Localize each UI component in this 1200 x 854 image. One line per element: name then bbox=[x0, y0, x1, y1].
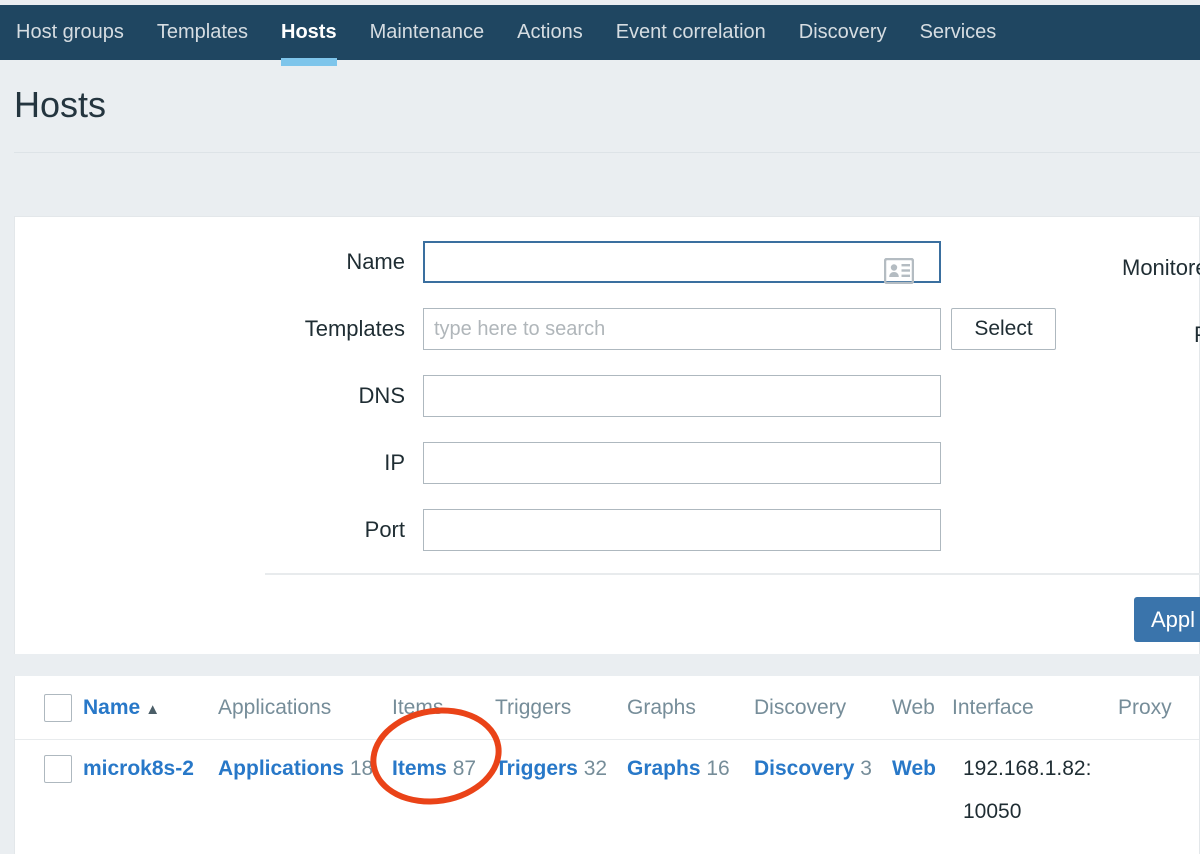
column-header-interface[interactable]: Interface bbox=[952, 696, 1034, 720]
column-header-name[interactable]: Name ▲ bbox=[83, 696, 160, 720]
graphs-count: 16 bbox=[706, 757, 730, 780]
nav-items-list: Host groups Templates Hosts Maintenance … bbox=[0, 5, 1029, 66]
hosts-table: Name ▲ Applications Items Triggers Graphs… bbox=[14, 676, 1200, 854]
table-row: microk8s-2 Applications 18 Items 87 Trig… bbox=[15, 740, 1199, 840]
filter-label-dns: DNS bbox=[358, 383, 405, 408]
nav-item-hosts[interactable]: Hosts bbox=[281, 5, 337, 66]
column-header-items[interactable]: Items bbox=[392, 696, 443, 720]
column-header-graphs[interactable]: Graphs bbox=[627, 696, 696, 720]
filter-label-proxy: P bbox=[1194, 322, 1200, 348]
sort-ascending-icon: ▲ bbox=[145, 701, 161, 718]
filter-input-ip[interactable] bbox=[423, 442, 941, 484]
applications-count: 18 bbox=[349, 757, 374, 780]
nav-item-maintenance[interactable]: Maintenance bbox=[370, 5, 485, 60]
nav-item-label: Hosts bbox=[281, 21, 337, 43]
page-title: Hosts bbox=[14, 84, 107, 125]
apply-button[interactable]: Appl bbox=[1134, 597, 1200, 642]
header-divider bbox=[14, 152, 1200, 153]
nav-item-label: Actions bbox=[517, 21, 583, 43]
nav-item-discovery[interactable]: Discovery bbox=[799, 5, 887, 60]
nav-item-label: Maintenance bbox=[369, 21, 485, 43]
column-header-discovery[interactable]: Discovery bbox=[754, 696, 846, 720]
column-header-label: Name bbox=[83, 696, 141, 719]
discovery-count: 3 bbox=[860, 757, 872, 780]
cell-applications: Applications 18 bbox=[218, 757, 373, 781]
templates-select-button[interactable]: Select bbox=[951, 308, 1056, 350]
filter-label-name: Name bbox=[346, 249, 405, 274]
triggers-count: 32 bbox=[583, 757, 608, 780]
filter-label-port: Port bbox=[364, 517, 405, 542]
filter-label-templates: Templates bbox=[304, 316, 405, 341]
filter-input-port[interactable] bbox=[423, 509, 941, 551]
nav-item-label: Host groups bbox=[16, 21, 124, 43]
cell-triggers: Triggers 32 bbox=[495, 757, 607, 781]
cell-interface-host: 192.168.1.82: bbox=[963, 757, 1092, 780]
nav-item-event-correlation[interactable]: Event correlation bbox=[616, 5, 766, 60]
column-header-applications[interactable]: Applications bbox=[218, 696, 331, 720]
cell-discovery: Discovery 3 bbox=[754, 757, 872, 781]
nav-item-services[interactable]: Services bbox=[920, 5, 997, 60]
table-header-row: Name ▲ Applications Items Triggers Graphs… bbox=[15, 676, 1199, 740]
nav-item-label: Services bbox=[919, 21, 997, 43]
nav-item-host-groups[interactable]: Host groups bbox=[16, 5, 124, 60]
top-navigation-bar: Host groups Templates Hosts Maintenance … bbox=[0, 5, 1200, 66]
column-header-proxy[interactable]: Proxy bbox=[1118, 696, 1172, 720]
triggers-link[interactable]: Triggers bbox=[495, 757, 578, 780]
row-select-checkbox[interactable] bbox=[44, 755, 72, 783]
filter-panel: Name Templates Select DNS IP Port bbox=[14, 216, 1200, 654]
select-all-checkbox[interactable] bbox=[44, 694, 72, 722]
cell-items: Items 87 bbox=[392, 757, 476, 781]
graphs-link[interactable]: Graphs bbox=[627, 757, 701, 780]
filter-label-monitored-by: Monitore bbox=[1122, 255, 1200, 280]
items-count: 87 bbox=[452, 757, 477, 780]
column-header-web[interactable]: Web bbox=[892, 696, 935, 720]
cell-web: Web bbox=[892, 757, 936, 781]
contact-card-icon[interactable] bbox=[883, 257, 915, 285]
filter-input-templates[interactable] bbox=[423, 308, 941, 350]
filter-input-name[interactable] bbox=[423, 241, 941, 283]
cell-graphs: Graphs 16 bbox=[627, 757, 730, 781]
nav-item-templates[interactable]: Templates bbox=[157, 5, 248, 60]
applications-link[interactable]: Applications bbox=[218, 757, 344, 780]
items-link[interactable]: Items bbox=[392, 757, 447, 780]
filter-label-ip: IP bbox=[384, 450, 405, 475]
nav-item-actions[interactable]: Actions bbox=[517, 5, 583, 60]
app-root: Host groups Templates Hosts Maintenance … bbox=[0, 0, 1200, 854]
nav-item-label: Templates bbox=[156, 21, 248, 43]
column-header-triggers[interactable]: Triggers bbox=[495, 696, 571, 720]
nav-item-label: Event correlation bbox=[615, 21, 766, 43]
web-link[interactable]: Web bbox=[892, 757, 936, 780]
nav-item-label: Discovery bbox=[798, 21, 887, 43]
cell-host-name[interactable]: microk8s-2 bbox=[83, 757, 194, 781]
host-name-link: microk8s-2 bbox=[83, 757, 194, 780]
filter-input-dns[interactable] bbox=[423, 375, 941, 417]
cell-interface-port: 10050 bbox=[963, 800, 1022, 823]
discovery-link[interactable]: Discovery bbox=[754, 757, 854, 780]
filter-separator bbox=[265, 573, 1200, 575]
